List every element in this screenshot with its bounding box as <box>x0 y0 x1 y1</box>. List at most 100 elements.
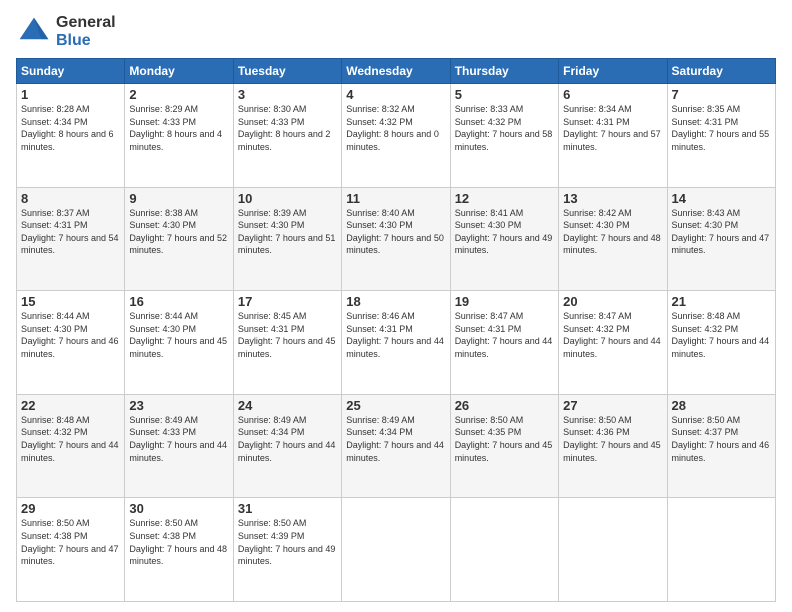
day-cell <box>450 498 558 602</box>
day-info: Sunrise: 8:48 AM Sunset: 4:32 PM Dayligh… <box>21 414 120 464</box>
day-info: Sunrise: 8:32 AM Sunset: 4:32 PM Dayligh… <box>346 103 445 153</box>
day-info: Sunrise: 8:49 AM Sunset: 4:33 PM Dayligh… <box>129 414 228 464</box>
day-number: 28 <box>672 398 771 413</box>
day-info: Sunrise: 8:41 AM Sunset: 4:30 PM Dayligh… <box>455 207 554 257</box>
day-info: Sunrise: 8:46 AM Sunset: 4:31 PM Dayligh… <box>346 310 445 360</box>
day-cell: 28 Sunrise: 8:50 AM Sunset: 4:37 PM Dayl… <box>667 394 775 498</box>
day-cell: 11 Sunrise: 8:40 AM Sunset: 4:30 PM Dayl… <box>342 187 450 291</box>
day-number: 20 <box>563 294 662 309</box>
day-number: 2 <box>129 87 228 102</box>
day-cell: 4 Sunrise: 8:32 AM Sunset: 4:32 PM Dayli… <box>342 84 450 188</box>
calendar-table: SundayMondayTuesdayWednesdayThursdayFrid… <box>16 58 776 602</box>
logo: General Blue <box>16 14 116 50</box>
day-info: Sunrise: 8:50 AM Sunset: 4:37 PM Dayligh… <box>672 414 771 464</box>
day-info: Sunrise: 8:38 AM Sunset: 4:30 PM Dayligh… <box>129 207 228 257</box>
day-info: Sunrise: 8:50 AM Sunset: 4:35 PM Dayligh… <box>455 414 554 464</box>
col-header-tuesday: Tuesday <box>233 59 341 84</box>
day-number: 12 <box>455 191 554 206</box>
day-number: 1 <box>21 87 120 102</box>
week-row-2: 8 Sunrise: 8:37 AM Sunset: 4:31 PM Dayli… <box>17 187 776 291</box>
day-number: 7 <box>672 87 771 102</box>
day-info: Sunrise: 8:47 AM Sunset: 4:31 PM Dayligh… <box>455 310 554 360</box>
day-info: Sunrise: 8:48 AM Sunset: 4:32 PM Dayligh… <box>672 310 771 360</box>
day-number: 9 <box>129 191 228 206</box>
day-number: 17 <box>238 294 337 309</box>
day-cell: 26 Sunrise: 8:50 AM Sunset: 4:35 PM Dayl… <box>450 394 558 498</box>
day-cell: 25 Sunrise: 8:49 AM Sunset: 4:34 PM Dayl… <box>342 394 450 498</box>
day-info: Sunrise: 8:28 AM Sunset: 4:34 PM Dayligh… <box>21 103 120 153</box>
day-info: Sunrise: 8:34 AM Sunset: 4:31 PM Dayligh… <box>563 103 662 153</box>
day-number: 10 <box>238 191 337 206</box>
day-info: Sunrise: 8:42 AM Sunset: 4:30 PM Dayligh… <box>563 207 662 257</box>
day-info: Sunrise: 8:30 AM Sunset: 4:33 PM Dayligh… <box>238 103 337 153</box>
day-number: 24 <box>238 398 337 413</box>
day-info: Sunrise: 8:50 AM Sunset: 4:38 PM Dayligh… <box>21 517 120 567</box>
day-cell: 5 Sunrise: 8:33 AM Sunset: 4:32 PM Dayli… <box>450 84 558 188</box>
day-cell: 10 Sunrise: 8:39 AM Sunset: 4:30 PM Dayl… <box>233 187 341 291</box>
day-cell: 18 Sunrise: 8:46 AM Sunset: 4:31 PM Dayl… <box>342 291 450 395</box>
day-cell: 7 Sunrise: 8:35 AM Sunset: 4:31 PM Dayli… <box>667 84 775 188</box>
day-number: 13 <box>563 191 662 206</box>
logo-icon <box>16 14 52 50</box>
day-number: 16 <box>129 294 228 309</box>
day-info: Sunrise: 8:29 AM Sunset: 4:33 PM Dayligh… <box>129 103 228 153</box>
day-number: 14 <box>672 191 771 206</box>
day-info: Sunrise: 8:49 AM Sunset: 4:34 PM Dayligh… <box>238 414 337 464</box>
day-cell: 13 Sunrise: 8:42 AM Sunset: 4:30 PM Dayl… <box>559 187 667 291</box>
col-header-saturday: Saturday <box>667 59 775 84</box>
col-header-sunday: Sunday <box>17 59 125 84</box>
week-row-4: 22 Sunrise: 8:48 AM Sunset: 4:32 PM Dayl… <box>17 394 776 498</box>
day-info: Sunrise: 8:43 AM Sunset: 4:30 PM Dayligh… <box>672 207 771 257</box>
day-info: Sunrise: 8:49 AM Sunset: 4:34 PM Dayligh… <box>346 414 445 464</box>
col-header-friday: Friday <box>559 59 667 84</box>
day-number: 21 <box>672 294 771 309</box>
day-info: Sunrise: 8:33 AM Sunset: 4:32 PM Dayligh… <box>455 103 554 153</box>
page: General Blue SundayMondayTuesdayWednesda… <box>0 0 792 612</box>
day-cell: 3 Sunrise: 8:30 AM Sunset: 4:33 PM Dayli… <box>233 84 341 188</box>
day-info: Sunrise: 8:35 AM Sunset: 4:31 PM Dayligh… <box>672 103 771 153</box>
week-row-5: 29 Sunrise: 8:50 AM Sunset: 4:38 PM Dayl… <box>17 498 776 602</box>
day-cell: 30 Sunrise: 8:50 AM Sunset: 4:38 PM Dayl… <box>125 498 233 602</box>
logo-text: General Blue <box>56 14 116 49</box>
col-header-wednesday: Wednesday <box>342 59 450 84</box>
day-number: 23 <box>129 398 228 413</box>
day-cell: 14 Sunrise: 8:43 AM Sunset: 4:30 PM Dayl… <box>667 187 775 291</box>
col-header-monday: Monday <box>125 59 233 84</box>
day-number: 19 <box>455 294 554 309</box>
day-number: 26 <box>455 398 554 413</box>
day-number: 4 <box>346 87 445 102</box>
day-cell: 12 Sunrise: 8:41 AM Sunset: 4:30 PM Dayl… <box>450 187 558 291</box>
day-cell: 17 Sunrise: 8:45 AM Sunset: 4:31 PM Dayl… <box>233 291 341 395</box>
day-number: 29 <box>21 501 120 516</box>
day-info: Sunrise: 8:50 AM Sunset: 4:39 PM Dayligh… <box>238 517 337 567</box>
day-info: Sunrise: 8:39 AM Sunset: 4:30 PM Dayligh… <box>238 207 337 257</box>
col-header-thursday: Thursday <box>450 59 558 84</box>
day-info: Sunrise: 8:50 AM Sunset: 4:38 PM Dayligh… <box>129 517 228 567</box>
day-number: 6 <box>563 87 662 102</box>
day-cell: 9 Sunrise: 8:38 AM Sunset: 4:30 PM Dayli… <box>125 187 233 291</box>
day-number: 25 <box>346 398 445 413</box>
day-cell: 27 Sunrise: 8:50 AM Sunset: 4:36 PM Dayl… <box>559 394 667 498</box>
header-row: SundayMondayTuesdayWednesdayThursdayFrid… <box>17 59 776 84</box>
day-number: 27 <box>563 398 662 413</box>
day-number: 3 <box>238 87 337 102</box>
day-cell: 21 Sunrise: 8:48 AM Sunset: 4:32 PM Dayl… <box>667 291 775 395</box>
day-cell: 1 Sunrise: 8:28 AM Sunset: 4:34 PM Dayli… <box>17 84 125 188</box>
day-info: Sunrise: 8:40 AM Sunset: 4:30 PM Dayligh… <box>346 207 445 257</box>
day-cell: 15 Sunrise: 8:44 AM Sunset: 4:30 PM Dayl… <box>17 291 125 395</box>
day-number: 30 <box>129 501 228 516</box>
day-info: Sunrise: 8:47 AM Sunset: 4:32 PM Dayligh… <box>563 310 662 360</box>
day-number: 18 <box>346 294 445 309</box>
week-row-3: 15 Sunrise: 8:44 AM Sunset: 4:30 PM Dayl… <box>17 291 776 395</box>
day-number: 11 <box>346 191 445 206</box>
day-info: Sunrise: 8:50 AM Sunset: 4:36 PM Dayligh… <box>563 414 662 464</box>
day-cell <box>342 498 450 602</box>
day-number: 31 <box>238 501 337 516</box>
day-cell: 16 Sunrise: 8:44 AM Sunset: 4:30 PM Dayl… <box>125 291 233 395</box>
day-cell: 6 Sunrise: 8:34 AM Sunset: 4:31 PM Dayli… <box>559 84 667 188</box>
day-cell: 31 Sunrise: 8:50 AM Sunset: 4:39 PM Dayl… <box>233 498 341 602</box>
day-number: 5 <box>455 87 554 102</box>
day-cell: 29 Sunrise: 8:50 AM Sunset: 4:38 PM Dayl… <box>17 498 125 602</box>
day-number: 22 <box>21 398 120 413</box>
day-cell <box>667 498 775 602</box>
